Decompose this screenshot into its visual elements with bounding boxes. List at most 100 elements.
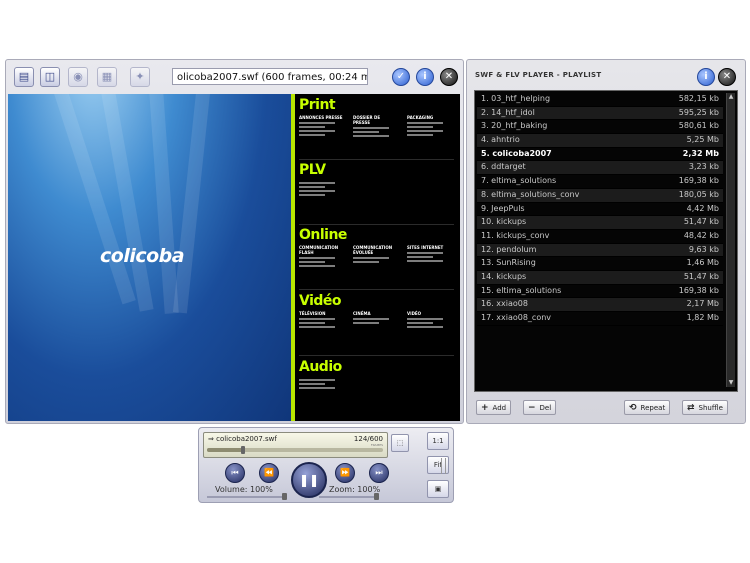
- playlist-item-size: 1,46 Mb: [686, 258, 719, 268]
- playlist-item-size: 169,38 kb: [678, 285, 719, 295]
- playlist-item-name: 10. kickups: [481, 217, 527, 227]
- resize-grip[interactable]: [441, 458, 446, 474]
- zoom-1to1-button[interactable]: 1:1: [427, 432, 449, 450]
- playlist-scrollbar[interactable]: ▲ ▼: [726, 93, 735, 387]
- playlist-item-name: 3. 20_htf_baking: [481, 121, 548, 131]
- playlist-item-size: 9,63 kb: [688, 244, 719, 254]
- info-icon[interactable]: i: [416, 68, 434, 86]
- stage-menu-panel: Print ANNONCES PRESSE DOSSIER DE PRESSE …: [291, 94, 460, 421]
- playlist-item-name: 17. xxiao08_conv: [481, 313, 552, 322]
- next-track-icon[interactable]: ⏭: [369, 463, 389, 483]
- playlist-item-size: 51,47 kb: [683, 271, 719, 281]
- volume-slider[interactable]: [207, 493, 287, 500]
- playlist-item-size: 180,05 kb: [678, 189, 719, 199]
- player-window: ▤ ◫ ◉ ▦ ✦ olicoba2007.swf (600 frames, 0…: [5, 59, 464, 424]
- close-icon[interactable]: ✕: [440, 68, 458, 86]
- playlist-item-size: 5,25 Mb: [686, 135, 719, 145]
- playlist-item[interactable]: 9. JeepPuls 4,42 Mb: [477, 203, 723, 217]
- properties-icon[interactable]: ▦: [97, 67, 117, 87]
- playlist-item-name: 2. 14_htf_idol: [481, 107, 535, 117]
- playlist-item[interactable]: 12. pendolum 9,63 kb: [477, 243, 723, 258]
- playlist-item-size: 2,17 Mb: [686, 299, 719, 309]
- playlist-item-name: 13. SunRising: [481, 258, 536, 268]
- scroll-up-icon[interactable]: ▲: [727, 93, 735, 101]
- playlist-item[interactable]: 13. SunRising 1,46 Mb: [477, 257, 723, 271]
- save-icon[interactable]: ◫: [40, 67, 60, 87]
- bookmark-icon[interactable]: ✦: [130, 67, 150, 87]
- playlist-item[interactable]: 15. eltima_solutions 169,38 kb: [477, 285, 723, 299]
- playlist-item[interactable]: 7. eltima_solutions 169,38 kb: [477, 175, 723, 189]
- volume-label: Volume: 100%: [215, 485, 273, 494]
- close-icon[interactable]: ✕: [718, 68, 736, 86]
- playlist-item[interactable]: 11. kickups_conv 48,42 kb: [477, 230, 723, 244]
- status-display: ⇒ colicoba2007.swf 124/600 FRAMES: [203, 432, 388, 458]
- playlist-list[interactable]: 1. 03_htf_helping 582,15 kb 2. 14_htf_idol…: [474, 90, 738, 392]
- playlist-item-name: 15. eltima_solutions: [481, 285, 562, 295]
- repeat-icon: ⟲: [629, 403, 637, 413]
- rewind-icon[interactable]: ⏪: [259, 463, 279, 483]
- playlist-item[interactable]: 14. kickups 51,47 kb: [477, 270, 723, 285]
- playlist-item-name: 11. kickups_conv: [481, 230, 550, 240]
- playlist-item[interactable]: 10. kickups 51,47 kb: [477, 216, 723, 230]
- playlist-item[interactable]: 6. ddtarget 3,23 kb: [477, 161, 723, 176]
- playlist-item[interactable]: 2. 14_htf_idol 595,25 kb: [477, 106, 723, 121]
- playlist-item-size: 580,61 kb: [678, 121, 719, 131]
- playlist-item-name: 8. eltima_solutions_conv: [481, 189, 580, 199]
- shuffle-button[interactable]: ⇄ Shuffle: [682, 400, 728, 415]
- playlist-item-name: 5. colicoba2007: [481, 148, 552, 158]
- section-video[interactable]: Vidéo TÉLÉVISION CINÉMA VIDÉO: [299, 293, 454, 356]
- prev-track-icon[interactable]: ⏮: [225, 463, 245, 483]
- playlist-item-name: 4. ahntrio: [481, 135, 520, 145]
- playlist-item-name: 6. ddtarget: [481, 162, 526, 172]
- seek-handle[interactable]: [241, 446, 246, 454]
- zoom-handle[interactable]: [374, 493, 379, 500]
- playlist-item-size: 582,15 kb: [678, 94, 719, 103]
- info-icon[interactable]: i: [697, 68, 715, 86]
- section-audio[interactable]: Audio: [299, 359, 454, 417]
- minus-icon: −: [528, 403, 536, 413]
- flash-stage[interactable]: colicoba Print ANNONCES PRESSE DOSSIER D…: [8, 94, 460, 421]
- playlist-item-size: 1,82 Mb: [686, 313, 719, 322]
- snapshot-icon[interactable]: ▣: [427, 480, 449, 498]
- playlist-item-name: 1. 03_htf_helping: [481, 94, 551, 103]
- playlist-item-name: 16. xxiao08: [481, 299, 528, 309]
- playlist-item-name: 9. JeepPuls: [481, 203, 525, 213]
- playlist-item[interactable]: 4. ahntrio 5,25 Mb: [477, 134, 723, 148]
- open-file-icon[interactable]: ▤: [14, 67, 34, 87]
- frame-counter-unit: FRAMES: [370, 443, 383, 447]
- section-online[interactable]: Online COMMUNICATION FLASH COMMUNICATION…: [299, 227, 454, 290]
- control-panel: ⇒ colicoba2007.swf 124/600 FRAMES ⬚ 1:1 …: [198, 427, 454, 503]
- playlist-item-name: 7. eltima_solutions: [481, 176, 557, 186]
- add-button[interactable]: + Add: [476, 400, 512, 415]
- playlist-item-size: 3,23 kb: [688, 162, 719, 172]
- stage-blue-panel: colicoba: [8, 94, 291, 421]
- capture-icon[interactable]: ◉: [68, 67, 88, 87]
- file-info-field: olicoba2007.swf (600 frames, 00:24 mins,…: [172, 68, 368, 85]
- playlist-item[interactable]: 16. xxiao08 2,17 Mb: [477, 298, 723, 312]
- fullscreen-icon[interactable]: ⬚: [391, 434, 409, 452]
- playlist-window: SWF & FLV PLAYER - PLAYLIST i ✕ 1. 03_ht…: [466, 59, 746, 424]
- playlist-title: SWF & FLV PLAYER - PLAYLIST: [475, 71, 602, 79]
- playlist-item-size: 48,42 kb: [683, 230, 719, 240]
- playlist-rows: 1. 03_htf_helping 582,15 kb 2. 14_htf_idol…: [477, 93, 723, 326]
- volume-handle[interactable]: [282, 493, 287, 500]
- seek-bar[interactable]: [207, 446, 383, 454]
- player-toolbar: ▤ ◫ ◉ ▦ ✦ olicoba2007.swf (600 frames, 0…: [6, 60, 463, 93]
- fast-forward-icon[interactable]: ⏩: [335, 463, 355, 483]
- pause-button[interactable]: ❚❚: [291, 462, 327, 498]
- playlist-item[interactable]: 3. 20_htf_baking 580,61 kb: [477, 120, 723, 135]
- playlist-item[interactable]: 17. xxiao08_conv 1,82 Mb: [477, 312, 723, 326]
- zoom-slider[interactable]: [319, 493, 379, 500]
- del-button[interactable]: − Del: [523, 400, 557, 415]
- scroll-down-icon[interactable]: ▼: [727, 379, 735, 387]
- current-file: ⇒ colicoba2007.swf: [208, 435, 277, 443]
- colicoba-logo: colicoba: [100, 245, 185, 267]
- playlist-item-size: 51,47 kb: [683, 217, 719, 227]
- playlist-item[interactable]: 1. 03_htf_helping 582,15 kb: [477, 93, 723, 107]
- playlist-item[interactable]: 8. eltima_solutions_conv 180,05 kb: [477, 188, 723, 203]
- section-plv[interactable]: PLV: [299, 162, 454, 225]
- check-icon[interactable]: ✓: [392, 68, 410, 86]
- playlist-item[interactable]: 5. colicoba2007 2,32 Mb: [477, 148, 723, 162]
- repeat-button[interactable]: ⟲ Repeat: [624, 400, 671, 415]
- section-print[interactable]: Print ANNONCES PRESSE DOSSIER DE PRESSE …: [299, 97, 454, 160]
